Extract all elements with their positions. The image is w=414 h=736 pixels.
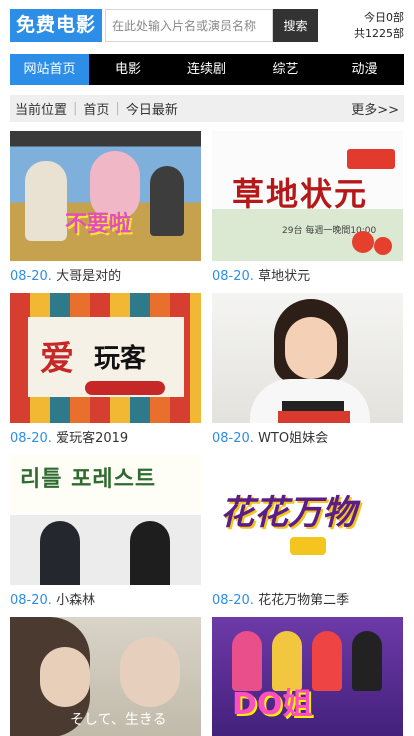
thumbnail-figure	[40, 647, 90, 707]
video-thumbnail[interactable]	[212, 293, 403, 423]
video-card[interactable]: 花花万物 08-20. 花花万物第二季	[212, 455, 403, 617]
thumbnail-panel	[10, 515, 201, 585]
video-date: 08-20.	[212, 269, 254, 284]
thumbnail-figure	[130, 521, 170, 585]
thumbnail-title-art: 草地状元	[232, 175, 369, 213]
video-card[interactable]: 리틀 포레스트 08-20. 小森林	[10, 455, 201, 617]
video-title[interactable]: 花花万物第二季	[258, 593, 349, 608]
search-button[interactable]: 搜索	[273, 9, 318, 42]
video-thumbnail[interactable]: 不要啦	[10, 131, 201, 261]
thumbnail-figure	[282, 401, 344, 411]
video-date: 08-20.	[10, 431, 52, 446]
thumbnail-decoration	[374, 237, 392, 255]
video-caption[interactable]: 08-20. WTO姐妹会	[212, 423, 403, 455]
video-date: 08-20.	[10, 269, 52, 284]
video-thumbnail[interactable]: 草地状元 29台 每週一晚間10:00	[212, 131, 403, 261]
video-thumbnail[interactable]: 리틀 포레스트	[10, 455, 201, 585]
nav-item-anime[interactable]: 动漫	[325, 54, 404, 85]
thumbnail-caption-art: 不要啦	[65, 212, 132, 237]
video-card[interactable]: 草地状元 29台 每週一晚間10:00 08-20. 草地状元	[212, 131, 403, 293]
site-logo[interactable]: 免费电影	[10, 9, 102, 42]
thumbnail-decoration	[352, 231, 374, 253]
stats-today: 今日0部	[364, 11, 404, 24]
more-link[interactable]: 更多>>	[351, 99, 399, 118]
breadcrumb-divider: |	[115, 101, 120, 116]
header: 免费电影 搜索 今日0部 共1225部	[0, 0, 414, 48]
breadcrumb: 当前位置 | 首页 | 今日最新 更多>>	[10, 95, 404, 122]
breadcrumb-current: 今日最新	[125, 103, 178, 118]
video-caption[interactable]: 08-20. 花花万物第二季	[212, 585, 403, 617]
breadcrumb-label: 当前位置	[15, 103, 68, 118]
thumbnail-title-art: 爱	[40, 339, 74, 379]
thumbnail-figure	[285, 317, 337, 379]
breadcrumb-home-link[interactable]: 首页	[83, 99, 109, 118]
video-title[interactable]: 大哥是对的	[56, 269, 121, 284]
video-thumbnail[interactable]: 花花万物	[212, 455, 403, 585]
video-title[interactable]: 小森林	[56, 593, 95, 608]
nav-item-movies[interactable]: 电影	[89, 54, 167, 85]
video-title[interactable]: WTO姐妹会	[258, 431, 328, 446]
main-nav: 网站首页 电影 连续剧 综艺 动漫	[10, 54, 404, 85]
thumbnail-title-art: DO姐	[232, 687, 313, 722]
thumbnail-figure	[352, 631, 382, 691]
thumbnail-figure	[120, 637, 180, 707]
video-card[interactable]: そして、生きる	[10, 617, 201, 736]
search-input[interactable]	[105, 9, 273, 42]
video-caption[interactable]: 08-20. 草地状元	[212, 261, 403, 293]
thumbnail-figure	[278, 411, 350, 423]
thumbnail-figure	[312, 631, 342, 691]
video-thumbnail[interactable]: DO姐	[212, 617, 403, 736]
video-thumbnail[interactable]: 爱 玩客	[10, 293, 201, 423]
video-card[interactable]: 爱 玩客 08-20. 爱玩客2019	[10, 293, 201, 455]
thumbnail-figure	[150, 166, 184, 236]
video-title[interactable]: 草地状元	[258, 269, 310, 284]
nav-item-variety[interactable]: 综艺	[246, 54, 325, 85]
update-stats: 今日0部 共1225部	[354, 10, 404, 42]
thumbnail-decoration	[290, 537, 326, 555]
thumbnail-title-art: 花花万物	[220, 493, 356, 533]
thumbnail-decoration	[85, 381, 165, 395]
thumbnail-title-art: そして、生きる	[70, 712, 167, 728]
video-date: 08-20.	[212, 431, 254, 446]
thumbnail-figure	[25, 161, 67, 241]
video-caption[interactable]: 08-20. 大哥是对的	[10, 261, 201, 293]
video-card[interactable]: 08-20. WTO姐妹会	[212, 293, 403, 455]
stats-total: 共1225部	[354, 27, 404, 40]
thumbnail-title-art: 玩客	[94, 344, 147, 374]
breadcrumb-divider: |	[73, 101, 78, 116]
video-date: 08-20.	[212, 593, 254, 608]
video-caption[interactable]: 08-20. 小森林	[10, 585, 201, 617]
video-title[interactable]: 爱玩客2019	[56, 431, 128, 446]
thumbnail-title-art: 리틀 포레스트	[20, 467, 157, 492]
video-card[interactable]: DO姐	[212, 617, 403, 736]
video-card[interactable]: 不要啦 08-20. 大哥是对的	[10, 131, 201, 293]
nav-item-series[interactable]: 连续剧	[167, 54, 246, 85]
thumbnail-decoration	[347, 149, 395, 169]
video-caption[interactable]: 08-20. 爱玩客2019	[10, 423, 201, 455]
video-date: 08-20.	[10, 593, 52, 608]
nav-item-home[interactable]: 网站首页	[10, 54, 89, 85]
video-thumbnail[interactable]: そして、生きる	[10, 617, 201, 736]
thumbnail-figure	[40, 521, 80, 585]
